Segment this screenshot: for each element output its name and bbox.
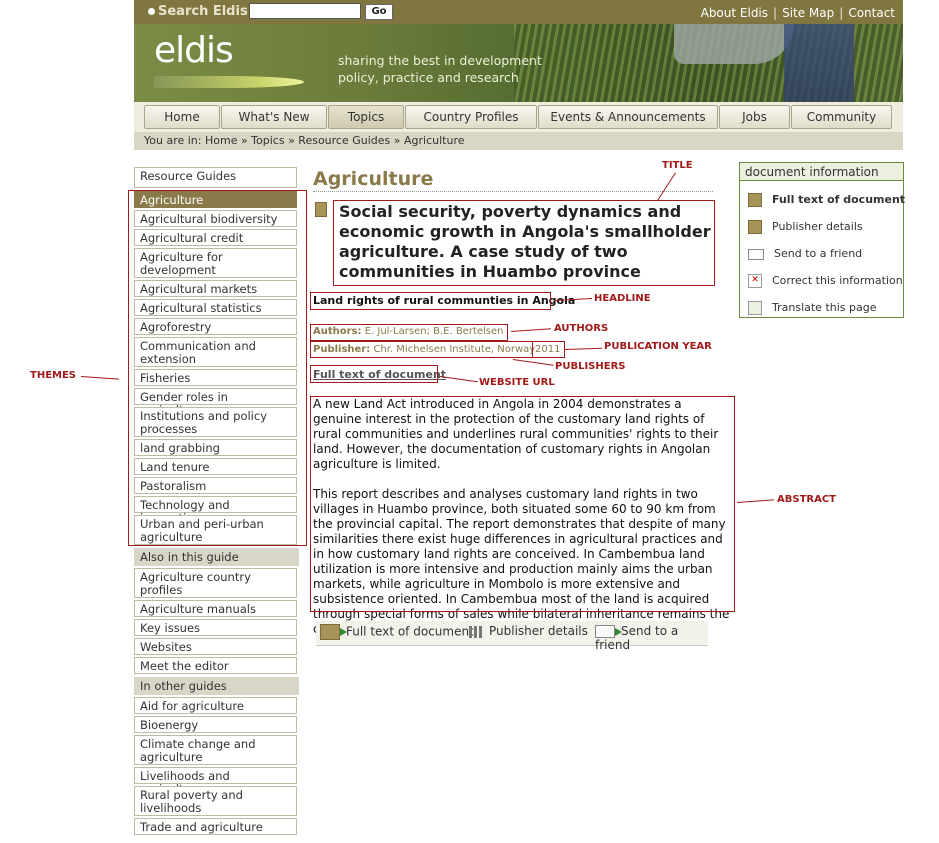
- sitemap-link[interactable]: Site Map: [782, 6, 834, 20]
- tab-country-profiles[interactable]: Country Profiles: [405, 105, 537, 129]
- themes-annotation: THEMES: [30, 370, 77, 381]
- themes-annotation-box: [128, 190, 307, 546]
- tagline: sharing the best in development policy, …: [338, 53, 542, 85]
- full-text-action[interactable]: Full text of document: [320, 624, 474, 640]
- tab-whats-new[interactable]: What's New: [221, 105, 327, 129]
- bullet-icon: [148, 8, 155, 15]
- publishers-annotation: PUBLISHERS: [555, 361, 626, 372]
- document-arrow-icon: [320, 624, 347, 640]
- document-information-box: document information Full text of docume…: [739, 162, 905, 318]
- top-links: About Eldis | Site Map | Contact: [700, 6, 895, 20]
- divider: [313, 191, 713, 193]
- other-guides-heading: In other guides: [134, 677, 299, 695]
- envelope-icon: [748, 248, 764, 260]
- farmer-image: [784, 24, 854, 102]
- building-icon: [469, 625, 483, 638]
- banner: eldis sharing the best in development po…: [134, 24, 903, 102]
- sidebar-item[interactable]: Rural poverty and livelihoods: [134, 786, 297, 816]
- docinfo-full-text[interactable]: Full text of document: [748, 193, 905, 207]
- annotation-line: [80, 376, 119, 380]
- annotation-line: [565, 347, 603, 350]
- authors-annotation-box: [310, 324, 508, 341]
- headline-annotation: HEADLINE: [594, 293, 651, 304]
- breadcrumb-bar: You are in: Home » Topics » Resource Gui…: [134, 132, 903, 150]
- tab-jobs[interactable]: Jobs: [719, 105, 790, 129]
- sidebar-item[interactable]: Bioenergy: [134, 716, 297, 733]
- headline-annotation-box: [310, 292, 551, 310]
- tab-events[interactable]: Events & Announcements: [538, 105, 718, 129]
- docinfo-publisher[interactable]: Publisher details: [748, 220, 863, 234]
- bottom-actions: Full text of document Publisher details …: [316, 621, 708, 652]
- sidebar-item[interactable]: Meet the editor: [134, 657, 297, 674]
- docinfo-correct[interactable]: ✕ Correct this information: [748, 274, 903, 288]
- title-annotation-box: [333, 200, 715, 286]
- search-label: Search Eldis: [148, 4, 248, 19]
- annotation-line: [657, 172, 676, 201]
- sidebar-item[interactable]: Agriculture manuals: [134, 600, 297, 617]
- sidebar-item[interactable]: Livelihoods and agriculture: [134, 767, 297, 796]
- sidebar-item[interactable]: Agriculture country profiles: [134, 568, 297, 598]
- eldis-logo[interactable]: eldis: [154, 30, 234, 71]
- envelope-arrow-icon: [595, 625, 622, 638]
- sidebar-item[interactable]: Websites: [134, 638, 297, 655]
- page-title: Agriculture: [313, 168, 434, 190]
- sidebar-resource-guides[interactable]: Resource Guides: [134, 167, 297, 188]
- annotation-line: [737, 499, 774, 503]
- website-url-annotation: WEBSITE URL: [479, 377, 555, 388]
- abstract-annotation-box: [310, 396, 735, 612]
- also-in-guide-heading: Also in this guide: [134, 548, 299, 566]
- annotation-line: [512, 359, 554, 366]
- annotation-line: [511, 328, 551, 332]
- pub-year-annotation: PUBLICATION YEAR: [604, 341, 712, 352]
- sidebar-item[interactable]: Key issues: [134, 619, 297, 636]
- publisher-details-action[interactable]: Publisher details: [469, 624, 588, 638]
- send-to-friend-action[interactable]: Send to a friend: [595, 624, 708, 652]
- close-icon: ✕: [748, 274, 762, 288]
- sidebar-item[interactable]: Climate change and agriculture: [134, 735, 297, 765]
- document-icon: [748, 193, 762, 207]
- docinfo-translate[interactable]: Translate this page: [748, 301, 876, 315]
- about-link[interactable]: About Eldis: [701, 6, 768, 20]
- title-annotation: TITLE: [662, 160, 693, 171]
- abstract-annotation: ABSTRACT: [777, 494, 836, 505]
- search-input[interactable]: [249, 3, 361, 19]
- contact-link[interactable]: Contact: [848, 6, 895, 20]
- breadcrumb: You are in: Home » Topics » Resource Gui…: [144, 134, 465, 147]
- tab-topics[interactable]: Topics: [328, 105, 404, 129]
- tab-community[interactable]: Community: [791, 105, 892, 129]
- main-nav: Home What's New Topics Country Profiles …: [134, 102, 903, 132]
- docinfo-send-friend[interactable]: Send to a friend: [748, 247, 862, 260]
- tab-home[interactable]: Home: [144, 105, 220, 129]
- sidebar-item[interactable]: Aid for agriculture: [134, 697, 297, 714]
- year-annotation-box: [532, 341, 565, 358]
- leaf-swoosh-icon: [154, 76, 304, 88]
- document-icon: [315, 202, 327, 217]
- document-icon: [748, 220, 762, 234]
- url-annotation-box: [310, 365, 438, 383]
- sidebar-item[interactable]: Trade and agriculture: [134, 818, 297, 835]
- top-bar: Search Eldis Go About Eldis | Site Map | Con…: [134, 0, 903, 24]
- docinfo-heading: document information: [740, 163, 903, 181]
- go-button[interactable]: Go: [365, 4, 393, 20]
- translate-icon: [748, 301, 762, 315]
- publisher-annotation-box: [310, 341, 533, 358]
- authors-annotation: AUTHORS: [554, 323, 609, 334]
